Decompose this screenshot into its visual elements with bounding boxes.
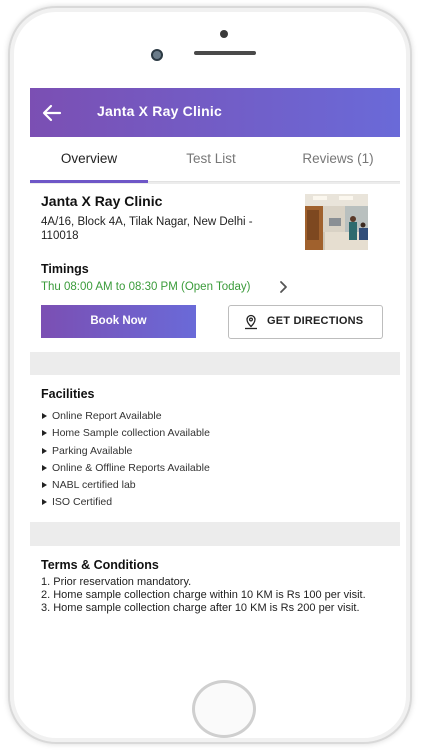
get-directions-label: GET DIRECTIONS [267,315,364,327]
facilities-heading: Facilities [41,387,95,401]
map-pin-icon [245,314,257,330]
bullet-icon [42,499,47,506]
tab-overview[interactable]: Overview [30,137,148,181]
list-item: Home Sample collection Available [41,425,210,442]
terms-text: 1. Prior reservation mandatory. 2. Home … [41,576,386,615]
terms-heading: Terms & Conditions [41,558,159,572]
front-sensor [220,30,228,38]
tab-test-list[interactable]: Test List [150,137,272,181]
clinic-name: Janta X Ray Clinic [41,193,163,209]
timings-heading: Timings [41,262,89,276]
list-item: NABL certified lab [41,477,210,494]
list-item: Online & Offline Reports Available [41,460,210,477]
bullet-icon [42,482,47,489]
facilities-card: Facilities Online Report Available Home … [30,375,400,522]
chevron-right-icon[interactable] [278,280,290,294]
clinic-photo[interactable] [305,194,368,250]
get-directions-button[interactable]: GET DIRECTIONS [228,305,383,339]
earpiece-speaker [194,51,256,55]
timings-text: Thu 08:00 AM to 08:30 PM (Open Today) [41,281,251,293]
home-button[interactable] [192,680,256,738]
bullet-icon [42,447,47,454]
active-tab-indicator [30,180,148,183]
tab-reviews[interactable]: Reviews (1) [276,137,400,181]
bullet-icon [42,413,47,419]
facilities-list: Online Report Available Home Sample coll… [41,408,210,512]
tab-bar: Overview Test List Reviews (1) [30,137,400,182]
terms-card: Terms & Conditions 1. Prior reservation … [30,546,400,660]
clinic-info-card: Janta X Ray Clinic 4A/16, Block 4A, Tila… [30,184,400,352]
bullet-icon [42,464,47,471]
front-camera [151,49,163,61]
terms-line: 2. Home sample collection charge within … [41,589,366,601]
app-screen: Janta X Ray Clinic Overview Test List Re… [30,88,400,660]
list-item: ISO Certified [41,494,210,511]
page-title: Janta X Ray Clinic [97,103,222,119]
terms-line: 3. Home sample collection charge after 1… [41,602,360,614]
back-arrow-icon[interactable] [40,101,64,125]
app-bar: Janta X Ray Clinic [30,88,400,137]
bullet-icon [42,430,47,437]
book-now-button[interactable]: Book Now [41,305,196,338]
list-item: Online Report Available [41,408,210,425]
list-item: Parking Available [41,443,210,460]
clinic-address: 4A/16, Block 4A, Tilak Nagar, New Delhi … [41,216,253,242]
terms-line: 1. Prior reservation mandatory. [41,576,192,588]
